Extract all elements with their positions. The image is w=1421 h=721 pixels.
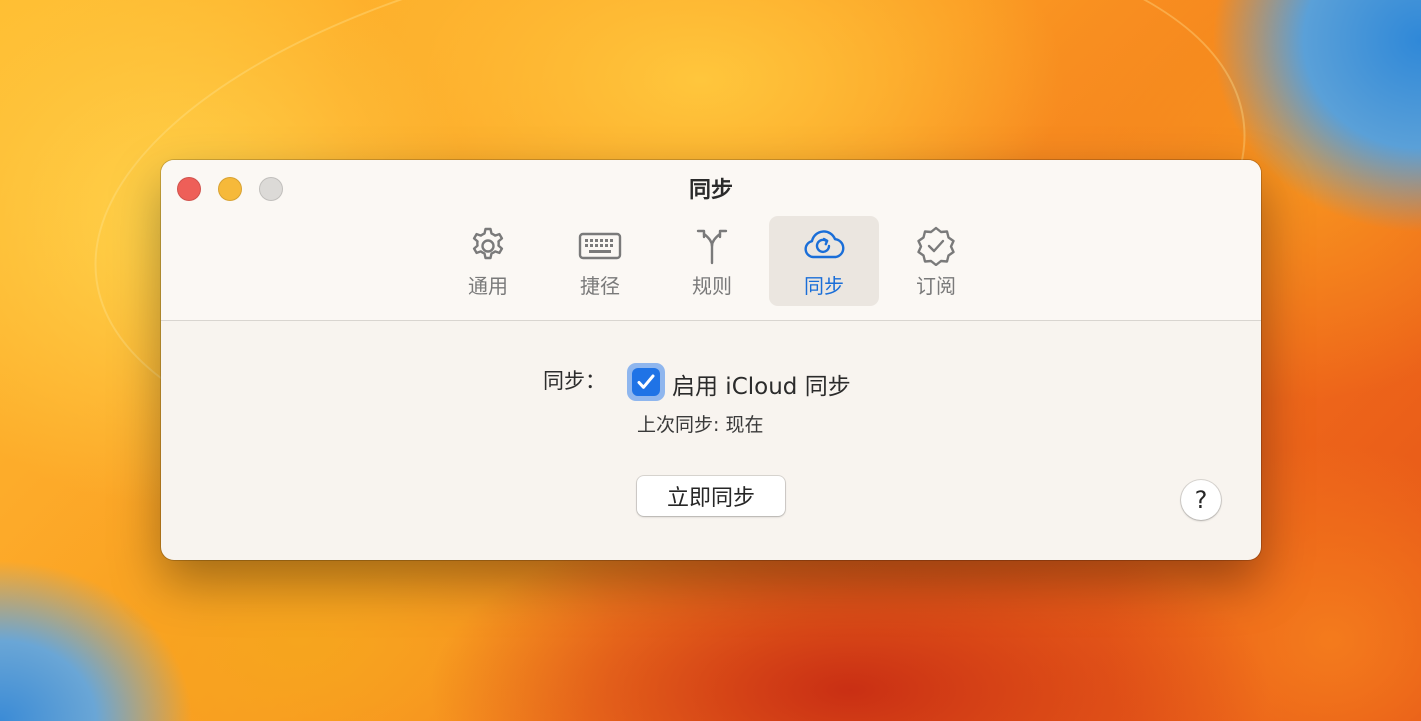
tab-general-label: 通用	[468, 274, 508, 298]
window-title: 同步	[688, 178, 733, 203]
tab-sync-label: 同步	[804, 274, 844, 298]
tab-subscription-label: 订阅	[916, 274, 956, 298]
tab-sync[interactable]: 同步	[769, 216, 879, 306]
checkmark-icon	[637, 374, 655, 389]
window-toolbar: 同步 通用 捷径 规则 同步 订阅	[161, 160, 1261, 321]
tab-rules[interactable]: 规则	[657, 216, 767, 306]
fork-arrow-icon	[696, 229, 728, 265]
cloud-sync-icon	[804, 230, 845, 259]
sync-now-button[interactable]: 立即同步	[637, 476, 785, 516]
last-sync-status: 上次同步: 现在	[637, 414, 764, 436]
preferences-tabs: 通用 捷径 规则 同步 订阅	[433, 216, 993, 306]
tab-subscription[interactable]: 订阅	[881, 216, 991, 306]
gear-icon	[472, 227, 504, 260]
sync-row-label: 同步：	[543, 369, 606, 393]
icloud-sync-checkbox-label[interactable]: 启用 iCloud 同步	[672, 367, 851, 401]
tab-shortcuts[interactable]: 捷径	[545, 216, 655, 306]
preferences-window: 同步 通用 捷径 规则 同步 订阅 同步： 启用 iCloud 同步 上次同步:…	[161, 160, 1261, 560]
sync-settings-pane: 同步： 启用 iCloud 同步 上次同步: 现在	[161, 321, 1261, 560]
verified-badge-icon	[917, 226, 955, 266]
icloud-sync-checkbox-focus-ring[interactable]	[627, 363, 665, 401]
help-button[interactable]: ?	[1181, 480, 1221, 520]
tab-rules-label: 规则	[692, 274, 732, 298]
tab-general[interactable]: 通用	[433, 216, 543, 306]
icloud-sync-checkbox[interactable]	[632, 368, 660, 396]
tab-shortcuts-label: 捷径	[580, 274, 620, 298]
keyboard-icon	[578, 232, 622, 260]
